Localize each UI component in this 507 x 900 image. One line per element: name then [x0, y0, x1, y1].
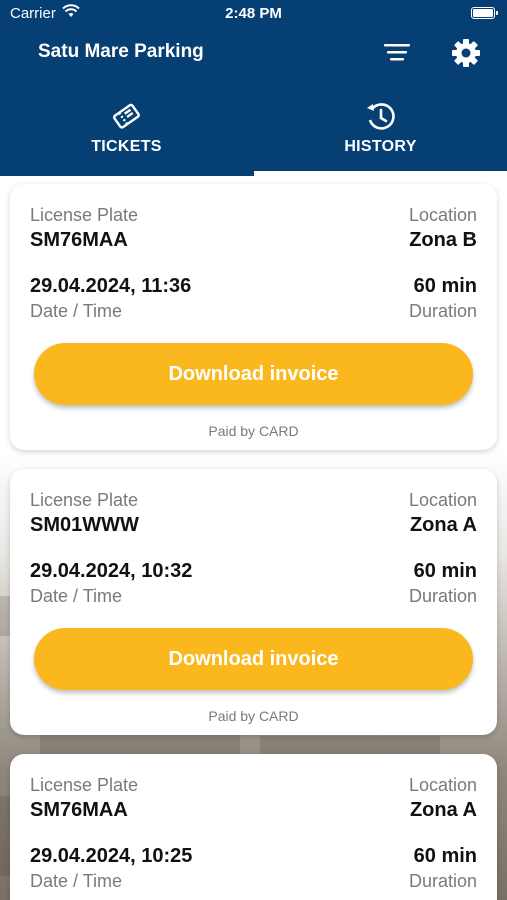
tab-tickets[interactable]: TICKETS: [0, 96, 253, 176]
app-header: Carrier 2:48 PM Satu Mare Parking TICKET…: [0, 0, 507, 176]
tickets-icon: [112, 103, 140, 129]
tab-history-label: HISTORY: [344, 138, 417, 155]
location-label: Location: [408, 490, 477, 510]
app-title: Satu Mare Parking: [38, 41, 204, 62]
datetime-label: Date / Time: [30, 586, 123, 606]
duration-label: Duration: [408, 301, 477, 321]
plate-value: SM76MAA: [30, 799, 128, 821]
plate-label: License Plate: [30, 775, 139, 795]
payment-method: Paid by CARD: [208, 423, 299, 439]
datetime-label: Date / Time: [30, 871, 123, 891]
payment-method: Paid by CARD: [208, 708, 299, 724]
download-invoice-button[interactable]: Download invoice: [34, 628, 473, 690]
history-card: License Plate Location SM01WWW Zona A 29…: [10, 469, 497, 735]
duration-value: 60 min: [413, 275, 477, 297]
location-label: Location: [408, 775, 477, 795]
duration-value: 60 min: [413, 560, 477, 582]
tab-tickets-label: TICKETS: [91, 138, 162, 155]
clock: 2:48 PM: [225, 5, 282, 22]
filter-icon: [384, 44, 410, 61]
status-bar: Carrier 2:48 PM: [0, 0, 507, 30]
location-value: Zona B: [409, 229, 477, 251]
location-value: Zona A: [409, 514, 477, 536]
duration-value: 60 min: [413, 845, 477, 867]
datetime-value: 29.04.2024, 11:36: [30, 275, 192, 297]
active-tab-indicator: [254, 171, 507, 176]
location-label: Location: [408, 205, 477, 225]
tab-history[interactable]: HISTORY: [254, 96, 507, 176]
duration-label: Duration: [408, 871, 477, 891]
plate-label: License Plate: [30, 205, 139, 225]
download-invoice-button[interactable]: Download invoice: [34, 343, 473, 405]
battery-icon: [471, 7, 498, 19]
datetime-value: 29.04.2024, 10:25: [30, 845, 193, 867]
datetime-value: 29.04.2024, 10:32: [30, 560, 193, 582]
plate-value: SM01WWW: [30, 514, 139, 536]
history-card: License Plate Location SM76MAA Zona B 29…: [10, 184, 497, 450]
datetime-label: Date / Time: [30, 301, 123, 321]
plate-label: License Plate: [30, 490, 139, 510]
history-icon: [366, 103, 395, 130]
history-card: License Plate Location SM76MAA Zona A 29…: [10, 754, 497, 900]
duration-label: Duration: [408, 586, 477, 606]
plate-value: SM76MAA: [30, 229, 128, 251]
location-value: Zona A: [409, 799, 477, 821]
filter-button[interactable]: [380, 38, 414, 68]
settings-button[interactable]: [448, 35, 484, 71]
gear-icon: [452, 39, 480, 67]
